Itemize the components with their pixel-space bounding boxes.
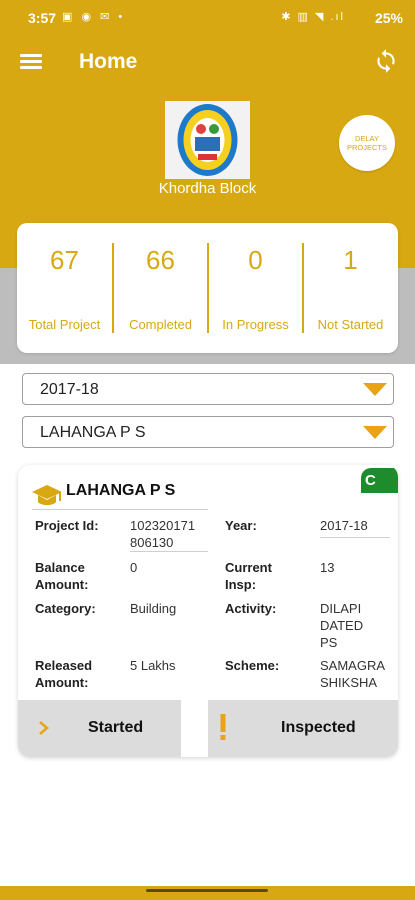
scheme-value-1: SAMAGRA [320,658,386,673]
stat-total-project[interactable]: 67 Total Project [17,223,112,353]
notification-icons: ▣ ◉ ✉ • [62,11,126,23]
hamburger-menu-icon[interactable] [20,54,42,70]
current-insp-label-1: Current [225,560,272,575]
current-insp-label-2: Insp: [225,577,257,592]
activity-value-2: DATED [320,618,364,633]
balance-label-1: Balance [35,560,85,575]
year-selected: 2017-18 [40,381,99,398]
activity-value-1: DILAPI [320,601,362,616]
stats-card: 67 Total Project 66 Completed 0 In Progr… [17,223,398,353]
stat-value: 67 [50,245,79,275]
dropdown-arrow-icon [363,383,387,396]
project-card[interactable]: C LAHANGA P S Project Id: 102320171 8061… [18,465,398,757]
stat-completed[interactable]: 66 Completed [113,223,208,353]
activity-label: Activity: [225,601,277,616]
balance-label-2: Amount: [35,577,89,592]
project-name: LAHANGA P S [66,482,176,499]
status-bar: 3:57 ▣ ◉ ✉ • ✱ ▥ ◥ .ıl 25% [0,0,415,32]
inspected-button[interactable]: Inspected [208,700,398,757]
block-name: Khordha Block [158,180,257,197]
stat-not-started[interactable]: 1 Not Started [303,223,398,353]
divider [130,551,208,552]
system-icons: ✱ ▥ ◥ .ıl [281,11,345,23]
balance-value: 0 [130,560,138,575]
block-logo [165,101,250,179]
scheme-value-2: SHIKSHA [320,675,378,690]
school-selected: LAHANGA P S [40,424,146,441]
refresh-icon[interactable] [373,48,399,74]
project-id-value-2: 806130 [130,535,174,550]
battery-level: 25% [374,10,403,26]
graduation-cap-icon [32,485,62,505]
gesture-home-bar[interactable] [146,889,268,892]
year-dropdown[interactable]: 2017-18 [22,373,394,405]
page-title: Home [79,50,138,73]
chevron-right-icon [39,721,49,735]
stat-label: In Progress [222,317,289,332]
exclamation-icon [220,714,226,740]
category-label: Category: [35,601,96,616]
dropdown-arrow-icon [363,426,387,439]
activity-value-3: PS [320,635,338,650]
stat-in-progress[interactable]: 0 In Progress [208,223,303,353]
released-label-2: Amount: [35,675,89,690]
stat-value: 0 [248,245,263,275]
inspected-label: Inspected [281,719,356,736]
divider [320,537,390,538]
stat-value: 1 [343,245,358,275]
project-id-value-1: 102320171 [130,518,196,533]
stat-value: 66 [146,245,175,275]
year-value: 2017-18 [320,518,368,533]
stat-label: Completed [129,317,192,332]
stat-label: Not Started [317,317,384,332]
released-label-1: Released [35,658,93,673]
stat-label: Total Project [28,317,101,332]
scheme-label: Scheme: [225,658,280,673]
status-badge: C [361,468,398,493]
status-time: 3:57 [28,10,57,26]
delay-projects-label: DELAY PROJECTS [347,133,388,152]
project-id-label: Project Id: [35,518,99,533]
year-label: Year: [225,518,257,533]
released-value: 5 Lakhs [130,658,176,673]
school-dropdown[interactable]: LAHANGA P S [22,416,394,448]
started-button[interactable]: Started [18,700,181,757]
app-bar: Home [0,32,415,92]
delay-projects-button[interactable]: DELAY PROJECTS [339,115,395,171]
started-label: Started [88,719,144,736]
current-insp-value: 13 [320,560,335,575]
category-value: Building [130,601,177,616]
divider [32,509,208,510]
card-actions: Started Inspected [18,700,398,757]
